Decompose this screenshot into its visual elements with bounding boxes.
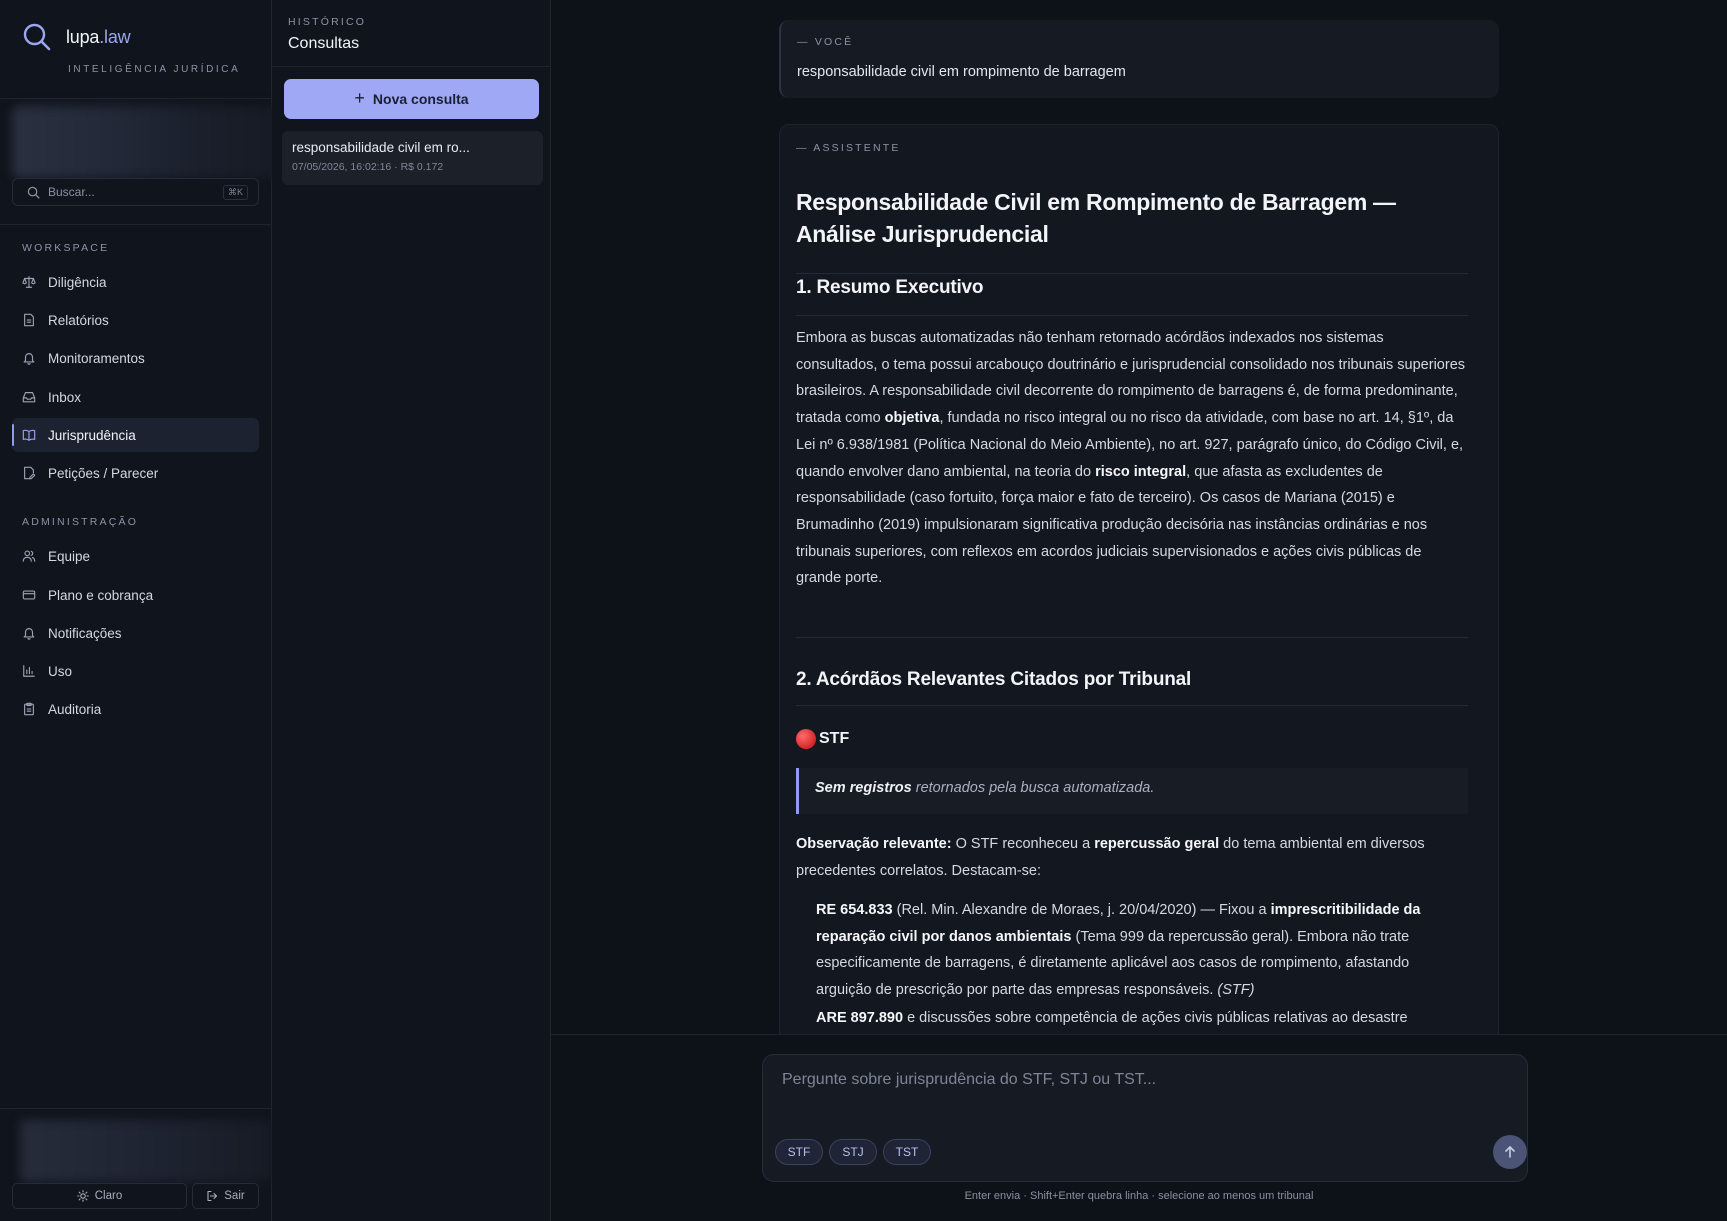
sidebar-item-inbox[interactable]: Inbox: [12, 380, 259, 414]
resumo-paragraph: Embora as buscas automatizadas não tenha…: [796, 330, 1466, 587]
divider: [0, 224, 271, 225]
sidebar-item-label: Auditoria: [48, 701, 102, 717]
credit-card-icon: [22, 590, 36, 600]
divider: [0, 1108, 271, 1109]
composer-hint: Enter envia · Shift+Enter quebra linha ·…: [964, 1190, 1314, 1202]
logout-button[interactable]: Sair: [192, 1183, 259, 1209]
sidebar-item-label: Equipe: [48, 548, 91, 564]
brand[interactable]: lupa.law: [22, 22, 131, 52]
admin-section-label: ADMINISTRAÇÃO: [22, 516, 139, 528]
bar-chart-icon: [23, 665, 35, 677]
user-profile-blurred[interactable]: [20, 1120, 272, 1182]
sidebar-item-monitoramentos[interactable]: Monitoramentos: [12, 341, 259, 375]
sidebar-item-label: Plano e cobrança: [48, 587, 154, 603]
sidebar-item-label: Inbox: [48, 389, 82, 405]
divider: [551, 1034, 1727, 1035]
clipboard-icon: [24, 702, 34, 716]
new-consulta-label: Nova consulta: [372, 91, 469, 107]
plus-icon: +: [354, 87, 365, 108]
account-card-blurred[interactable]: [12, 106, 284, 178]
red-circle-icon: [796, 729, 816, 749]
sidebar-item-auditoria[interactable]: Auditoria: [12, 692, 259, 726]
tribunal-chip-tst[interactable]: TST: [883, 1139, 931, 1165]
divider: [796, 705, 1468, 706]
logout-label: Sair: [224, 1190, 245, 1202]
document-icon: [24, 313, 34, 327]
file-edit-icon: [24, 466, 36, 480]
main-chat-area: — VOCÊ responsabilidade civil em rompime…: [551, 0, 1727, 1221]
book-icon: [22, 429, 36, 441]
history-title: Consultas: [288, 35, 360, 52]
logout-icon: [207, 1190, 218, 1202]
answer-title: Responsabilidade Civil em Rompimento de …: [796, 189, 1396, 247]
sidebar-item-equipe[interactable]: Equipe: [12, 539, 259, 573]
sun-icon: [76, 1190, 89, 1202]
theme-toggle-label: Claro: [94, 1190, 123, 1202]
user-message-text: responsabilidade civil em rompimento de …: [797, 64, 1126, 80]
users-icon: [22, 550, 36, 562]
tribunal-heading-stf: STF: [796, 729, 849, 749]
divider: [796, 315, 1468, 316]
sidebar-item-notificacoes[interactable]: Notificações: [12, 616, 259, 650]
section-heading-resumo: 1. Resumo Executivo: [796, 277, 984, 298]
workspace-section-label: WORKSPACE: [22, 242, 110, 254]
sidebar-item-plano[interactable]: Plano e cobrança: [12, 578, 259, 612]
sidebar-item-label: Relatórios: [48, 312, 109, 328]
no-records-quote: Sem registros retornados pela busca auto…: [796, 768, 1468, 814]
search-input[interactable]: [48, 185, 223, 199]
sidebar-item-label: Diligência: [48, 274, 107, 290]
divider: [0, 98, 271, 99]
bell-icon: [23, 628, 35, 640]
search-icon: [27, 186, 40, 199]
sidebar-item-peticoes[interactable]: Petições / Parecer: [12, 456, 259, 490]
chat-scroll-area[interactable]: — VOCÊ responsabilidade civil em rompime…: [551, 0, 1727, 1035]
user-role-label: — VOCÊ: [797, 36, 854, 48]
sidebar-item-label: Monitoramentos: [48, 350, 145, 366]
history-item-title: responsabilidade civil em ro...: [292, 140, 470, 155]
bell-icon: [23, 353, 35, 365]
history-panel: HISTÓRICO Consultas + Nova consulta resp…: [272, 0, 551, 1221]
theme-toggle-button[interactable]: Claro: [12, 1183, 187, 1209]
inbox-icon: [22, 392, 36, 403]
sidebar-item-jurisprudencia[interactable]: Jurisprudência: [12, 418, 259, 452]
divider: [272, 66, 550, 67]
precedent-re-654833: RE 654.833 (Rel. Min. Alexandre de Morae…: [816, 902, 1421, 999]
sidebar-item-label: Petições / Parecer: [48, 465, 159, 481]
brand-name: lupa.law: [66, 26, 131, 47]
composer: STF STJ TST: [762, 1054, 1528, 1182]
sidebar-item-uso[interactable]: Uso: [12, 654, 259, 688]
history-item-meta: 07/05/2026, 16:02:16 · R$ 0.172: [292, 161, 444, 173]
section-heading-acordaos: 2. Acórdãos Relevantes Citados por Tribu…: [796, 669, 1192, 690]
sidebar-item-relatorios[interactable]: Relatórios: [12, 303, 259, 337]
tribunal-chip-stf[interactable]: STF: [775, 1139, 823, 1165]
sidebar-item-diligencia[interactable]: Diligência: [12, 265, 259, 299]
divider: [796, 637, 1468, 638]
history-kicker: HISTÓRICO: [288, 16, 367, 28]
new-consulta-button[interactable]: + Nova consulta: [284, 79, 539, 119]
assistant-role-label: — ASSISTENTE: [796, 142, 901, 154]
observation-paragraph: Observação relevante: O STF reconheceu a…: [796, 836, 1425, 879]
search-logo-icon: [23, 23, 51, 51]
precedent-are-897890: ARE 897.890 e discussões sobre competênc…: [816, 1010, 1408, 1026]
arrow-up-icon: [1505, 1146, 1515, 1158]
sidebar-item-label: Notificações: [48, 625, 122, 641]
send-button[interactable]: [1493, 1135, 1527, 1169]
question-input[interactable]: [782, 1071, 1502, 1111]
sidebar-item-label: Jurisprudência: [48, 427, 136, 443]
user-message: — VOCÊ responsabilidade civil em rompime…: [779, 20, 1499, 98]
sidebar-item-label: Uso: [48, 663, 73, 679]
sidebar: lupa.law INTELIGÊNCIA JURÍDICA ⌘K WORKSP…: [0, 0, 284, 1221]
history-item[interactable]: responsabilidade civil em ro... 07/05/20…: [282, 131, 543, 185]
assistant-message: — ASSISTENTE Responsabilidade Civil em R…: [779, 124, 1499, 1035]
scale-icon: [22, 276, 36, 288]
tribunal-chip-stj[interactable]: STJ: [829, 1139, 877, 1165]
brand-tagline: INTELIGÊNCIA JURÍDICA: [68, 64, 241, 75]
search-shortcut-badge: ⌘K: [222, 184, 248, 200]
search-box[interactable]: ⌘K: [12, 178, 259, 206]
divider: [796, 273, 1468, 274]
